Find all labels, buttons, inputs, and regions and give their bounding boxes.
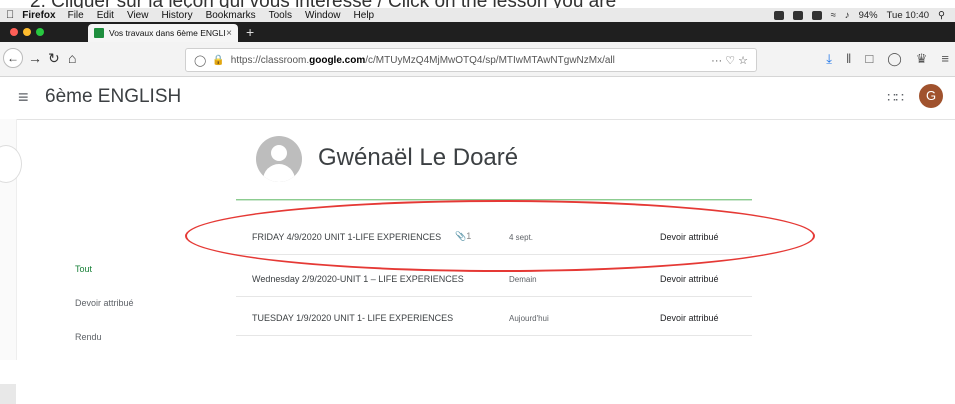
window-controls xyxy=(10,28,44,36)
reload-icon[interactable]: ↻ xyxy=(48,50,60,67)
google-apps-icon[interactable]: ∷∷ xyxy=(887,89,904,106)
menu-window[interactable]: Window xyxy=(305,10,341,21)
library-icon[interactable]: ‖ xyxy=(846,51,851,67)
assignment-title[interactable]: Wednesday 2/9/2020-UNIT 1 – LIFE EXPERIE… xyxy=(252,274,464,284)
student-avatar xyxy=(256,136,302,182)
assignment-status: Devoir attribué xyxy=(660,232,719,242)
attachment-count: 1 xyxy=(466,231,472,241)
home-icon[interactable]: ⌂ xyxy=(68,50,76,66)
avatar-body-shape xyxy=(263,164,295,182)
student-name: Gwénaël Le Doaré xyxy=(318,144,519,171)
attachment-icon: 📎1 xyxy=(455,231,472,241)
battery-percent[interactable]: 94% xyxy=(859,10,878,21)
profile-divider xyxy=(236,199,752,201)
minimize-window-button[interactable] xyxy=(23,28,31,36)
classroom-header: ≡ 6ème ENGLISH ∷∷ G xyxy=(0,77,955,120)
menu-help[interactable]: Help xyxy=(354,10,375,21)
class-title[interactable]: 6ème ENGLISH xyxy=(45,86,181,108)
menubar-app-name[interactable]: Firefox xyxy=(22,10,55,21)
assignment-date: 4 sept. xyxy=(509,233,534,242)
classroom-favicon-icon xyxy=(94,28,104,38)
wifi-icon[interactable]: ≈ xyxy=(831,10,836,21)
hamburger-menu-icon[interactable]: ≡ xyxy=(18,87,29,108)
zoom-window-button[interactable] xyxy=(36,28,44,36)
url-domain: google.com xyxy=(309,54,366,66)
menu-file[interactable]: File xyxy=(68,10,84,21)
clock[interactable]: Tue 10:40 xyxy=(887,10,929,21)
tray-app-icon[interactable] xyxy=(773,10,784,20)
back-button[interactable]: ← xyxy=(3,48,23,68)
user-avatar[interactable]: G xyxy=(919,84,943,108)
assignment-row[interactable]: TUESDAY 1/9/2020 UNIT 1- LIFE EXPERIENCE… xyxy=(236,301,752,336)
mac-menubar:  Firefox File Edit View History Bookmar… xyxy=(0,8,955,22)
menu-view[interactable]: View xyxy=(127,10,149,21)
menu-bookmarks[interactable]: Bookmarks xyxy=(206,10,256,21)
avatar-head-shape xyxy=(271,145,287,161)
close-tab-icon[interactable]: × xyxy=(226,28,232,39)
account-icon[interactable]: ◯ xyxy=(887,51,902,67)
overflow-menu-icon[interactable]: ≡ xyxy=(941,51,949,67)
download-icon[interactable]: ⤓ xyxy=(826,51,832,67)
menubar-status-area: ≈ ♪ 94% Tue 10:40 ⚲ xyxy=(773,8,945,22)
forward-icon[interactable]: → xyxy=(28,50,42,66)
assignment-date: Demain xyxy=(509,275,537,284)
assignment-status: Devoir attribué xyxy=(660,274,719,284)
url-prefix: https://classroom. xyxy=(230,54,310,66)
menu-edit[interactable]: Edit xyxy=(97,10,114,21)
tray-app-icon[interactable] xyxy=(811,10,822,20)
filter-all[interactable]: Tout xyxy=(75,264,92,274)
new-tab-button[interactable]: + xyxy=(246,24,254,40)
browser-navbar: ← → ↻ ⌂ ◯ 🔒 https://classroom.google.com… xyxy=(0,42,955,77)
menu-tools[interactable]: Tools xyxy=(269,10,292,21)
apple-icon[interactable]:  xyxy=(6,9,14,21)
spotlight-search-icon[interactable]: ⚲ xyxy=(938,10,945,21)
assignment-row[interactable]: Wednesday 2/9/2020-UNIT 1 – LIFE EXPERIE… xyxy=(236,262,752,297)
assignment-status: Devoir attribué xyxy=(660,313,719,323)
filter-turned-in[interactable]: Rendu xyxy=(75,332,102,342)
browser-tab-strip: Vos travaux dans 6ème ENGLISH × + xyxy=(0,22,955,42)
extension-icon[interactable]: ♛ xyxy=(916,51,928,67)
browser-tab[interactable]: Vos travaux dans 6ème ENGLISH × xyxy=(88,24,238,42)
volume-icon[interactable]: ♪ xyxy=(845,10,850,21)
assignment-date: Aujourd'hui xyxy=(509,314,549,323)
tab-title: Vos travaux dans 6ème ENGLISH xyxy=(109,28,227,38)
sidebar-toggle-icon[interactable]: □ xyxy=(865,51,873,67)
assignment-title[interactable]: FRIDAY 4/9/2020 UNIT 1-LIFE EXPERIENCES xyxy=(252,232,441,242)
menu-history[interactable]: History xyxy=(161,10,192,21)
toolbar-right: ⤓ ‖ □ ◯ ♛ ≡ xyxy=(826,51,949,67)
lock-icon[interactable]: 🔒 xyxy=(212,55,224,66)
tray-app-icon[interactable] xyxy=(792,10,803,20)
page-actions[interactable]: ··· ♡ ☆ xyxy=(711,54,748,67)
assignment-row[interactable]: FRIDAY 4/9/2020 UNIT 1-LIFE EXPERIENCES … xyxy=(236,220,752,255)
close-window-button[interactable] xyxy=(10,28,18,36)
filter-assigned[interactable]: Devoir attribué xyxy=(75,298,134,308)
tracking-shield-icon[interactable]: ◯ xyxy=(194,54,206,67)
collapsed-panel-handle[interactable] xyxy=(0,145,22,183)
url-path: /c/MTUyMzQ4MjMwOTQ4/sp/MTIwMTAwNTgwNzMx/… xyxy=(365,54,615,66)
address-bar[interactable]: ◯ 🔒 https://classroom.google.com/c/MTUyM… xyxy=(185,48,757,72)
url-text[interactable]: https://classroom.google.com/c/MTUyMzQ4M… xyxy=(231,55,711,66)
rail-selected-row xyxy=(0,384,16,404)
assignment-title[interactable]: TUESDAY 1/9/2020 UNIT 1- LIFE EXPERIENCE… xyxy=(252,313,453,323)
